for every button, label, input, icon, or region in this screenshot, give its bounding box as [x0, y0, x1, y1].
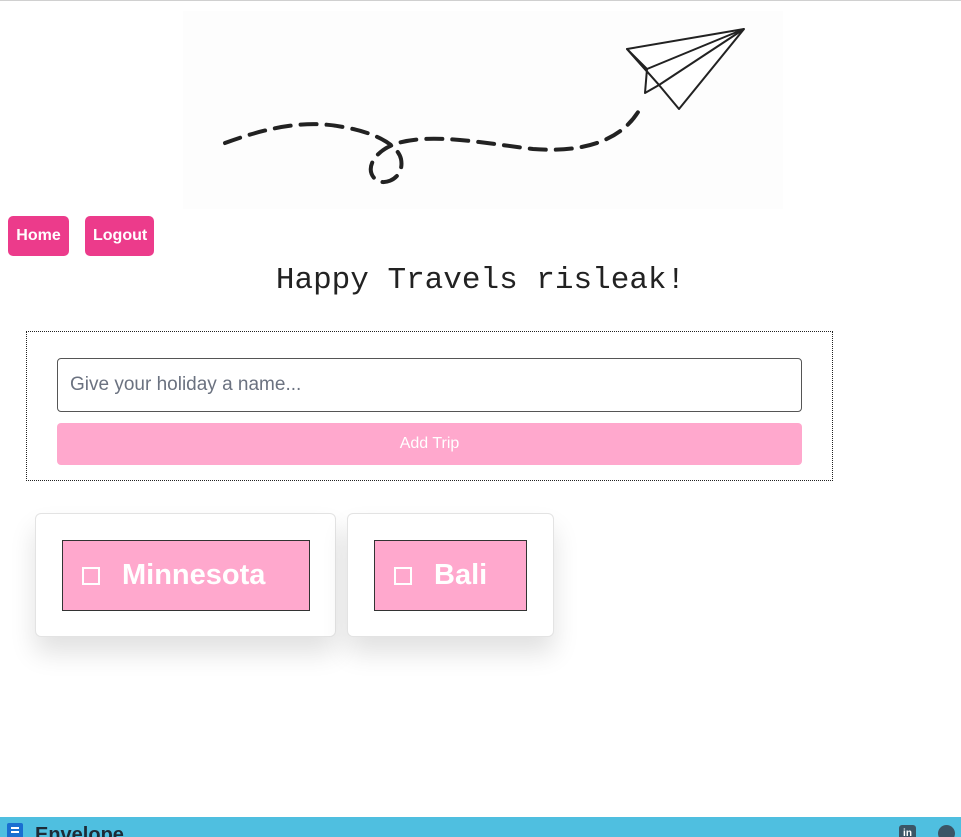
linkedin-icon[interactable]: in: [899, 825, 916, 837]
page-title: Happy Travels risleak!: [275, 263, 686, 298]
footer-bar: Envelope in: [0, 817, 961, 837]
logout-button[interactable]: Logout: [85, 216, 154, 256]
envelope-logo-icon: [7, 823, 23, 837]
trip-name: Bali: [434, 559, 488, 591]
trip-tile-bali[interactable]: Bali: [374, 540, 527, 611]
trip-tile-minnesota[interactable]: Minnesota: [62, 540, 310, 611]
github-icon[interactable]: [938, 825, 955, 837]
trip-name: Minnesota: [122, 559, 266, 591]
footer-app-name: Envelope: [35, 824, 124, 837]
trip-name-input[interactable]: [57, 358, 802, 412]
trip-checkbox[interactable]: [82, 566, 100, 585]
trip-card: Bali: [347, 513, 554, 637]
paper-plane-icon: [223, 28, 745, 185]
add-trip-button[interactable]: Add Trip: [57, 423, 802, 465]
add-trip-form: Add Trip: [26, 331, 833, 481]
trip-checkbox[interactable]: [394, 566, 412, 585]
home-button[interactable]: Home: [8, 216, 69, 256]
hero-paper-plane-illustration: [183, 11, 783, 209]
trip-card: Minnesota: [35, 513, 336, 637]
